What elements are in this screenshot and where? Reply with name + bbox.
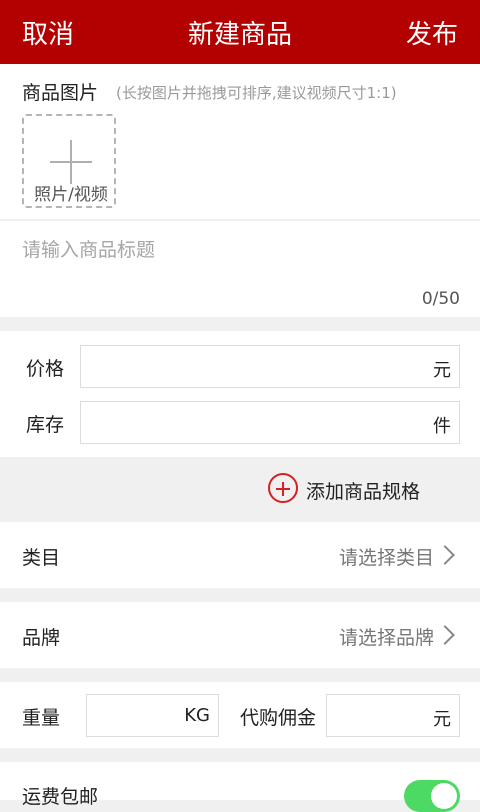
add-photo-video-button[interactable]: 照片/视频 [22,114,116,208]
commission-unit: 元 [433,709,451,730]
category-row[interactable]: 类目 请选择类目 [0,522,480,588]
stock-field[interactable]: 件 [80,401,460,444]
weight-field[interactable]: KG [86,694,219,737]
photo-section-title: 商品图片 [22,82,99,104]
price-input[interactable] [87,346,314,387]
brand-placeholder: 请选择品牌 [338,627,434,649]
stock-input[interactable] [87,402,314,443]
photo-hint: (长按图片并拖拽可排序,建议视频尺寸1:1) [116,84,397,102]
add-circle-icon [268,473,298,503]
plus-icon-vertical [70,140,72,184]
publish-button[interactable]: 发布 [406,14,458,51]
free-shipping-label: 运费包邮 [22,786,99,808]
price-unit: 元 [433,360,451,381]
stock-label: 库存 [26,414,65,436]
title-char-counter: 0/50 [421,289,460,309]
weight-label: 重量 [22,707,61,729]
category-placeholder: 请选择类目 [338,547,434,569]
toggle-knob [431,783,457,809]
top-bar: 取消 新建商品 发布 [0,0,480,64]
brand-label: 品牌 [22,627,61,649]
photo-section: 商品图片 (长按图片并拖拽可排序,建议视频尺寸1:1) 照片/视频 [0,64,480,219]
weight-commission-row: 重量 KG 代购佣金 元 [0,682,480,748]
weight-unit: KG [184,705,210,726]
commission-field[interactable]: 元 [326,694,460,737]
brand-row[interactable]: 品牌 请选择品牌 [0,602,480,668]
price-label: 价格 [26,358,65,380]
weight-input[interactable] [93,695,172,736]
chevron-right-icon [435,545,455,565]
commission-input[interactable] [333,695,413,736]
stock-unit: 件 [433,416,451,437]
price-stock-section: 价格 元 库存 件 [0,331,480,457]
add-photo-video-label: 照片/视频 [34,185,108,205]
add-spec-label: 添加商品规格 [306,481,421,503]
product-title-input[interactable] [22,235,452,265]
commission-label: 代购佣金 [240,707,317,729]
chevron-right-icon [435,625,455,645]
title-section: 0/50 [0,221,480,317]
category-label: 类目 [22,547,61,569]
price-field[interactable]: 元 [80,345,460,388]
free-shipping-toggle[interactable] [404,780,460,812]
